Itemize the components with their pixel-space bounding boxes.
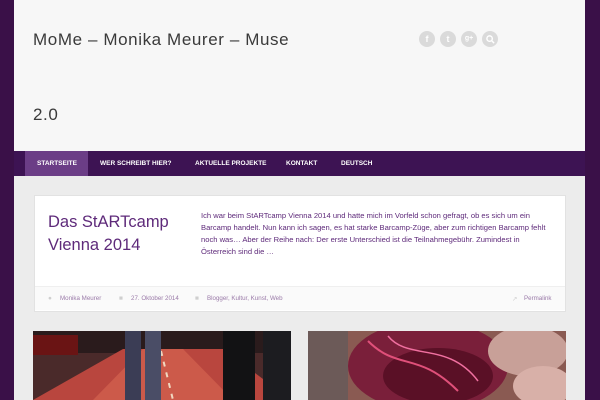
- facebook-icon[interactable]: f: [419, 31, 435, 47]
- calendar-icon: ■: [119, 295, 123, 302]
- nav-item-aktuelle-projekte[interactable]: Aktuelle Projekte: [195, 151, 267, 176]
- post-title[interactable]: Das StARTcamp Vienna 2014: [48, 211, 193, 257]
- nav-label: Startseite: [37, 160, 77, 167]
- nav-label: Deutsch: [341, 160, 373, 167]
- page-frame: MoMe – Monika Meurer – Muse 2.0 f t g+ S…: [14, 0, 585, 400]
- twitter-glyph: t: [446, 34, 450, 44]
- nav-item-wer-schreibt-hier[interactable]: Wer schreibt hier?: [100, 151, 172, 176]
- site-title[interactable]: MoMe – Monika Meurer – Muse: [33, 30, 289, 50]
- nav-label: Wer schreibt hier?: [100, 160, 172, 167]
- artwork-photo: [308, 331, 566, 400]
- nav-label: Kontakt: [286, 160, 318, 167]
- permalink[interactable]: Permalink: [524, 295, 552, 302]
- link-icon: ↗: [512, 296, 518, 303]
- street-photo: [33, 331, 291, 400]
- post-author[interactable]: Monika Meurer: [60, 295, 101, 302]
- main-navigation: Startseite Wer schreibt hier? Aktuelle P…: [14, 151, 585, 176]
- post-thumbnail-artwork[interactable]: [308, 331, 566, 400]
- post-card: Das StARTcamp Vienna 2014 Ich war beim S…: [34, 195, 566, 312]
- post-thumbnail-street[interactable]: [33, 331, 291, 400]
- nav-label: Aktuelle Projekte: [195, 160, 267, 167]
- post-meta-bar: ● Monika Meurer ■ 27. Oktober 2014 ■ Blo…: [35, 286, 565, 310]
- twitter-icon[interactable]: t: [440, 31, 456, 47]
- nav-item-startseite[interactable]: Startseite: [25, 151, 88, 176]
- post-categories[interactable]: Blogger, Kultur, Kunst, Web: [207, 295, 283, 302]
- googleplus-glyph: g+: [464, 35, 474, 42]
- nav-item-kontakt[interactable]: Kontakt: [286, 151, 317, 176]
- search-icon[interactable]: [482, 31, 498, 47]
- author-icon: ●: [48, 295, 52, 302]
- facebook-glyph: f: [425, 34, 429, 44]
- googleplus-icon[interactable]: g+: [461, 31, 477, 47]
- site-header: MoMe – Monika Meurer – Muse 2.0 f t g+: [14, 0, 585, 151]
- post-excerpt: Ich war beim StARTcamp Vienna 2014 und h…: [201, 211, 546, 256]
- magnifier-glyph: [485, 35, 495, 44]
- site-title-continued[interactable]: 2.0: [33, 105, 58, 125]
- post-date[interactable]: 27. Oktober 2014: [131, 295, 179, 302]
- nav-item-deutsch[interactable]: Deutsch: [341, 151, 372, 176]
- folder-icon: ■: [195, 295, 199, 302]
